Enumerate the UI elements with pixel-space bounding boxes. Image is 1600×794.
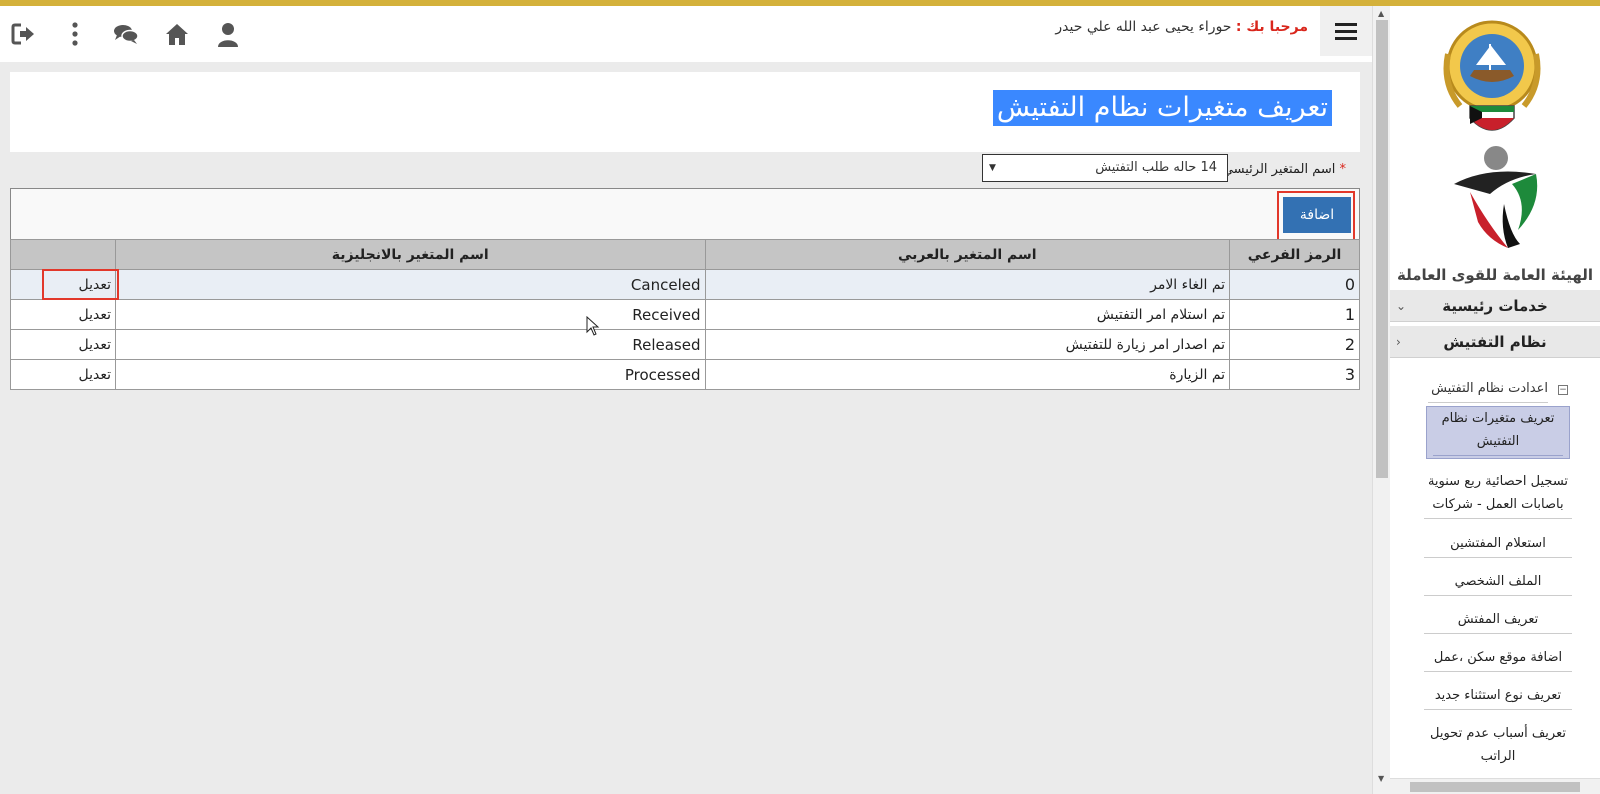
cell-code: 0 xyxy=(1229,269,1360,300)
welcome-text: مرحبا بك : حوراء يحيى عبد الله علي حيدر xyxy=(1055,19,1308,35)
menu-section-main-services[interactable]: خدمات رئيسية ⌄ xyxy=(1390,290,1600,322)
state-emblem-icon xyxy=(1443,20,1541,131)
cell-english: Received xyxy=(114,299,706,330)
cell-english: Processed xyxy=(114,359,706,390)
field-label-text: اسم المتغير الرئيسي xyxy=(1222,162,1336,177)
select-value: 14 حاله طلب التفتيش xyxy=(1095,160,1217,175)
user-name: حوراء يحيى عبد الله علي حيدر xyxy=(1055,19,1232,35)
user-icon[interactable] xyxy=(214,20,242,48)
menu-section-inspection-system[interactable]: نظام التفتيش ‹ xyxy=(1390,326,1600,358)
cell-code: 2 xyxy=(1229,329,1360,360)
dropdown-arrow-icon: ▼ xyxy=(989,163,996,173)
organization-name: الهيئة العامة للقوى العاملة xyxy=(1396,266,1594,284)
nav-item-exception-type[interactable]: تعريف نوع استثناء جديد xyxy=(1424,684,1572,710)
group-label: اعدادت نظام التفتيش xyxy=(1431,381,1548,396)
hamburger-icon xyxy=(1335,21,1357,42)
nav-item-label: تسجيل احصائية ربع سنوية باصابات العمل - … xyxy=(1427,474,1569,512)
cell-code: 1 xyxy=(1229,299,1360,330)
authority-logo-icon xyxy=(1454,146,1538,248)
cell-arabic: تم اصدار امر زيارة للتفتيش xyxy=(704,329,1231,360)
nav-item-underline xyxy=(1433,455,1563,456)
sidebar-horizontal-scrollbar[interactable] xyxy=(1390,778,1600,794)
add-button[interactable]: اضافة xyxy=(1283,197,1351,233)
scrollbar-thumb[interactable] xyxy=(1376,20,1388,478)
hamburger-menu-button[interactable] xyxy=(1320,6,1372,56)
table-row: 0 تم الغاء الامر Canceled تعديل xyxy=(10,269,1360,300)
table-row: 2 تم اصدار امر زيارة للتفتيش Released تع… xyxy=(10,329,1360,360)
cell-english: Released xyxy=(114,329,706,360)
column-header-arabic: اسم المتغير بالعربي xyxy=(704,239,1231,270)
chevron-down-icon: ⌄ xyxy=(1396,298,1407,313)
nav-item-label: تعريف المفتش xyxy=(1457,612,1539,627)
group-underline xyxy=(1428,402,1548,403)
section-label: نظام التفتيش xyxy=(1443,332,1547,351)
nav-item-label: تعريف نوع استثناء جديد xyxy=(1434,688,1562,703)
page-title: تعريف متغيرات نظام التفتيش xyxy=(992,90,1332,126)
edit-link[interactable]: تعديل xyxy=(10,359,116,390)
sidebar: الهيئة العامة للقوى العاملة خدمات رئيسية… xyxy=(1390,6,1600,794)
table-row: 3 تم الزيارة Processed تعديل xyxy=(10,359,1360,390)
main-variable-select[interactable]: 14 حاله طلب التفتيش ▼ xyxy=(982,154,1228,182)
cell-code: 3 xyxy=(1229,359,1360,390)
cell-arabic: تم الغاء الامر xyxy=(704,269,1231,300)
scrollbar-thumb[interactable] xyxy=(1410,782,1580,792)
nav-item-quarterly-stats[interactable]: تسجيل احصائية ربع سنوية باصابات العمل - … xyxy=(1424,470,1572,519)
nav-item-label: الملف الشخصي xyxy=(1454,574,1542,589)
nav-item-inspectors-inquiry[interactable]: استعلام المفتشين xyxy=(1424,532,1572,558)
cell-english: Canceled xyxy=(114,269,706,300)
nav-item-label: تعريف أسباب عدم تحويل الراتب xyxy=(1430,726,1566,764)
variables-table: الرمز الفرعي اسم المتغير بالعربي اسم الم… xyxy=(10,239,1360,390)
nav-item-label: استعلام المفتشين xyxy=(1450,536,1546,551)
scroll-down-icon[interactable]: ▼ xyxy=(1378,774,1384,783)
scroll-up-icon[interactable]: ▲ xyxy=(1378,9,1384,18)
nav-item-salary-reasons[interactable]: تعريف أسباب عدم تحويل الراتب xyxy=(1424,722,1572,770)
chat-icon[interactable] xyxy=(112,20,140,48)
title-panel: تعريف متغيرات نظام التفتيش xyxy=(10,72,1360,152)
inspection-settings-group[interactable]: − اعدادت نظام التفتيش xyxy=(1390,378,1600,403)
cell-arabic: تم الزيارة xyxy=(704,359,1231,390)
nav-item-define-inspector[interactable]: تعريف المفتش xyxy=(1424,608,1572,634)
header-bar: مرحبا بك : حوراء يحيى عبد الله علي حيدر xyxy=(0,6,1372,62)
variables-grid-panel: اضافة الرمز الفرعي اسم المتغير بالعربي ا… xyxy=(10,188,1360,390)
table-header-row: الرمز الفرعي اسم المتغير بالعربي اسم الم… xyxy=(10,239,1360,270)
main-scrollbar[interactable]: ▲ ▼ xyxy=(1372,6,1390,794)
nav-item-profile[interactable]: الملف الشخصي xyxy=(1424,570,1572,596)
chevron-left-icon: ‹ xyxy=(1396,334,1401,349)
cell-arabic: تم استلام امر التفتيش xyxy=(704,299,1231,330)
nav-item-label: تعريف متغيرات نظام التفتيش xyxy=(1441,411,1555,449)
logout-icon[interactable] xyxy=(10,20,38,48)
section-label: خدمات رئيسية xyxy=(1442,296,1548,315)
field-label: * اسم المتغير الرئيسي xyxy=(1223,162,1346,177)
nav-item-label: اضافة موقع سكن ،عمل xyxy=(1433,650,1563,665)
column-header-action xyxy=(10,239,116,270)
edit-link[interactable]: تعديل xyxy=(10,329,116,360)
column-header-code: الرمز الفرعي xyxy=(1229,239,1360,270)
main-variable-field: * اسم المتغير الرئيسي 14 حاله طلب التفتي… xyxy=(10,154,1360,184)
nav-item-add-location[interactable]: اضافة موقع سكن ،عمل xyxy=(1424,646,1572,672)
welcome-prefix: مرحبا بك : xyxy=(1235,19,1308,35)
column-header-english: اسم المتغير بالانجليزية xyxy=(114,239,706,270)
nav-item-define-variables[interactable]: تعريف متغيرات نظام التفتيش xyxy=(1426,406,1570,459)
home-icon[interactable] xyxy=(163,20,191,48)
table-row: 1 تم استلام امر التفتيش Received تعديل xyxy=(10,299,1360,330)
more-vertical-icon[interactable] xyxy=(61,20,89,48)
logo-area: الهيئة العامة للقوى العاملة xyxy=(1390,6,1600,288)
edit-link[interactable]: تعديل xyxy=(10,299,116,330)
required-mark: * xyxy=(1339,162,1347,177)
collapse-toggle-icon[interactable]: − xyxy=(1558,385,1568,395)
edit-link[interactable]: تعديل xyxy=(10,269,116,300)
mouse-cursor-icon xyxy=(586,316,600,336)
